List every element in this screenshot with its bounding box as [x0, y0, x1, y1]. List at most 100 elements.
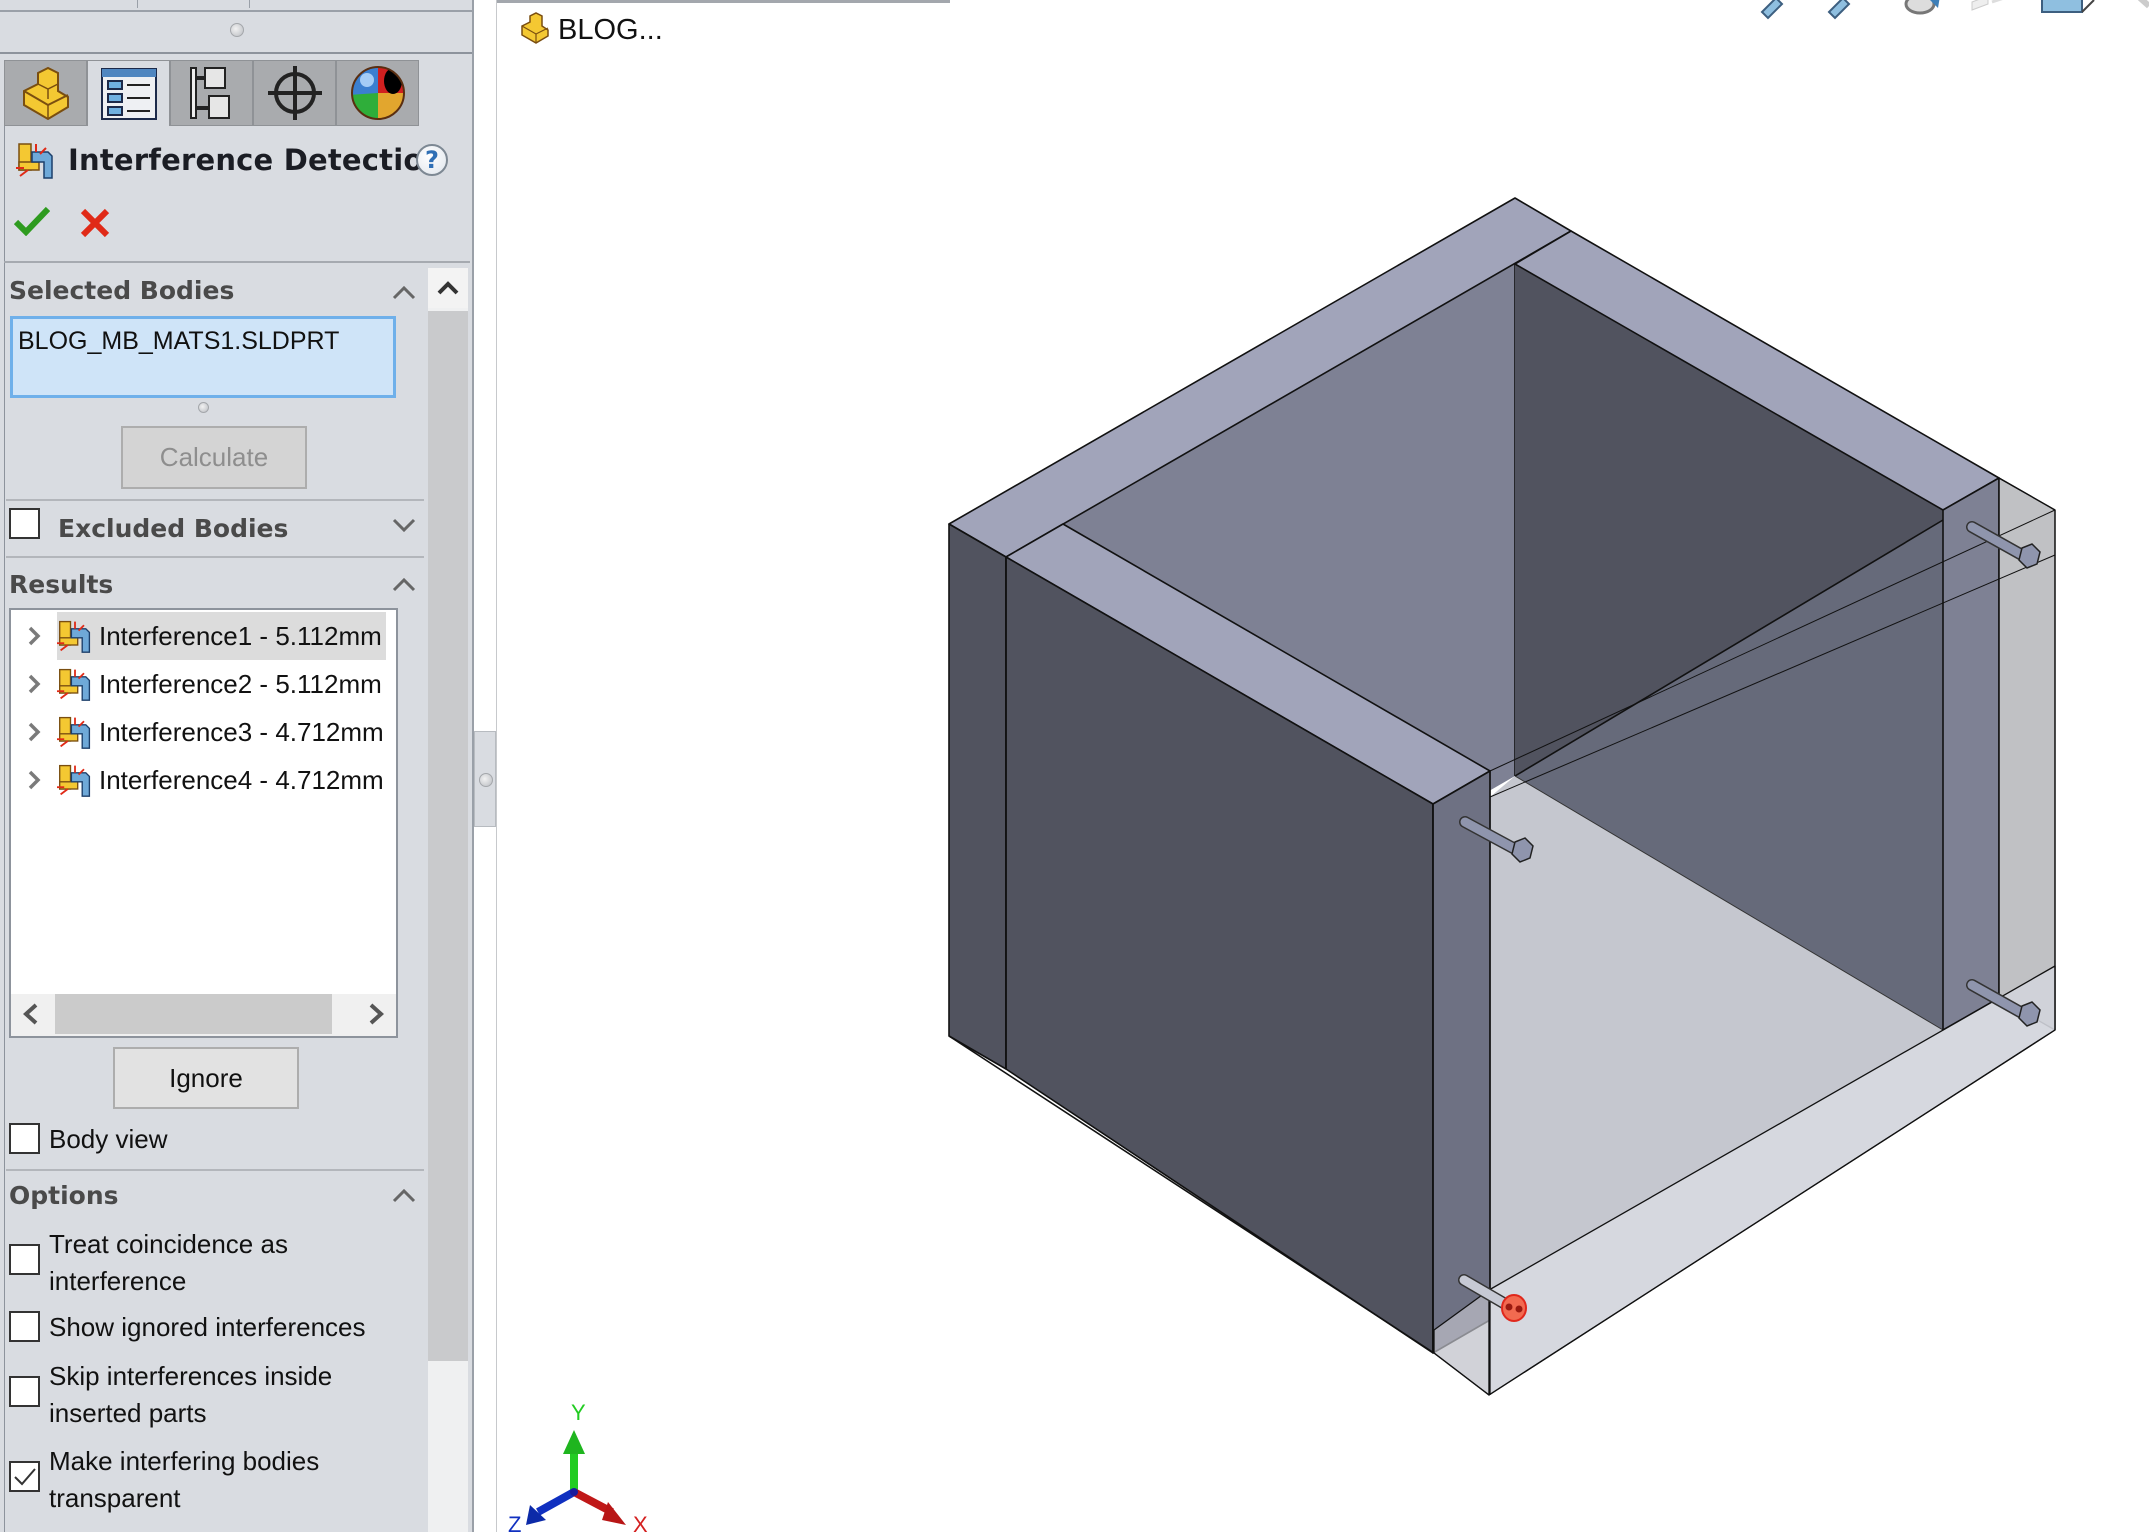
- option-label-line: Treat coincidence as: [49, 1229, 288, 1259]
- chevron-up-icon: [437, 281, 459, 295]
- result-item[interactable]: Interference3 - 4.712mm: [11, 708, 396, 756]
- help-button[interactable]: ?: [416, 144, 448, 176]
- panel-vertical-scrollbar[interactable]: [428, 268, 468, 1532]
- result-item-label[interactable]: Interference4 - 4.712mm: [99, 765, 384, 796]
- chevron-up-icon[interactable]: [392, 280, 416, 304]
- part-icon: [22, 66, 69, 121]
- crosshair-icon: [267, 66, 322, 120]
- expand-chevron-icon[interactable]: [11, 769, 57, 791]
- tab-featuremanager[interactable]: [4, 60, 87, 126]
- interference-detection-icon: [16, 143, 53, 179]
- back-left-panel-side[interactable]: [948, 523, 1007, 1070]
- options-header[interactable]: Options: [9, 1181, 119, 1210]
- result-item-label[interactable]: Interference3 - 4.712mm: [99, 717, 384, 748]
- close-icon: [80, 208, 110, 238]
- option-label-line: Make interfering bodies: [49, 1446, 320, 1476]
- checkmark-icon: [14, 1468, 36, 1486]
- splitter-handle[interactable]: [474, 731, 496, 827]
- triad-y-label: Y: [571, 1400, 586, 1425]
- tab-dimxpertmanager[interactable]: [253, 60, 336, 126]
- ignore-button[interactable]: Ignore: [113, 1047, 299, 1109]
- front-left-panel-end[interactable]: [1432, 770, 1491, 1354]
- results-list[interactable]: Interference1 - 5.112mm Interference2 - 5…: [9, 608, 398, 1038]
- scroll-up-button[interactable]: [428, 268, 468, 308]
- feature-tree-root-label[interactable]: BLOG...: [558, 14, 663, 47]
- option-label-line: Skip interferences inside: [49, 1361, 333, 1391]
- property-manager-header: Interference Detection: [16, 140, 444, 180]
- view-orientation-icon[interactable]: [2041, 0, 2095, 13]
- option-label-line: transparent: [49, 1483, 181, 1513]
- tab-propertymanager[interactable]: [87, 60, 170, 126]
- reference-triad: Y Z X: [508, 1400, 648, 1532]
- option-label: Skip interferences inside inserted parts: [49, 1358, 332, 1432]
- excluded-bodies-checkbox[interactable]: [9, 508, 40, 539]
- zoom-to-area-icon[interactable]: [1827, 0, 1851, 20]
- panel-resize-grip[interactable]: [230, 23, 244, 37]
- section-view-icon[interactable]: [1971, 0, 2004, 11]
- make-transparent-checkbox[interactable]: [9, 1461, 40, 1492]
- interference-highlight[interactable]: [1501, 1294, 1527, 1322]
- graphics-top-border: [496, 0, 950, 3]
- flyout-feature-tree[interactable]: BLOG...: [488, 12, 663, 48]
- tab-displaymanager[interactable]: [336, 60, 419, 126]
- selected-bodies-list[interactable]: BLOG_MB_MATS1.SLDPRT: [10, 316, 396, 398]
- property-manager-panel: Interference Detection ? Selected Bodies…: [0, 0, 474, 1532]
- panel-top-strip: [0, 0, 472, 12]
- interference-icon: [57, 764, 91, 797]
- previous-view-icon[interactable]: [1904, 0, 1940, 15]
- scroll-thumb[interactable]: [428, 311, 468, 1361]
- option-label-line: interference: [49, 1266, 187, 1296]
- triad-x-label: X: [633, 1512, 648, 1532]
- option-label: Make interfering bodies transparent: [49, 1443, 319, 1517]
- results-header[interactable]: Results: [9, 570, 113, 599]
- help-icon: ?: [425, 146, 439, 174]
- list-resize-grip[interactable]: [198, 402, 209, 413]
- cancel-button[interactable]: [80, 208, 110, 242]
- result-item[interactable]: Interference1 - 5.112mm: [11, 612, 396, 660]
- tab-configurationmanager[interactable]: [170, 60, 253, 126]
- configuration-tree-icon: [189, 67, 230, 119]
- result-item-label[interactable]: Interference2 - 5.112mm: [99, 669, 382, 700]
- part-icon: [521, 12, 549, 44]
- body-view-checkbox[interactable]: [9, 1123, 40, 1154]
- chevron-up-icon[interactable]: [392, 572, 416, 596]
- scroll-right-icon[interactable]: [366, 1002, 386, 1026]
- results-horizontal-scrollbar[interactable]: [11, 994, 396, 1036]
- body-view-label: Body view: [49, 1124, 168, 1154]
- result-item[interactable]: Interference4 - 4.712mm: [11, 756, 396, 804]
- skip-inserted-parts-checkbox[interactable]: [9, 1376, 40, 1407]
- selected-body-item[interactable]: BLOG_MB_MATS1.SLDPRT: [18, 327, 339, 355]
- result-item[interactable]: Interference2 - 5.112mm: [11, 660, 396, 708]
- triad-z-label: Z: [508, 1512, 521, 1532]
- expand-chevron-icon[interactable]: [11, 721, 57, 743]
- back-right-panel-end[interactable]: [1942, 477, 2000, 1031]
- panel-splitter[interactable]: [474, 0, 497, 1532]
- zoom-to-fit-icon[interactable]: [1760, 0, 1784, 20]
- checkmark-icon: [13, 206, 51, 237]
- result-item-label[interactable]: Interference1 - 5.112mm: [99, 621, 382, 652]
- selected-bodies-header[interactable]: Selected Bodies: [9, 276, 234, 305]
- appearance-sphere-icon: [350, 66, 405, 120]
- interference-icon: [57, 620, 91, 653]
- property-manager-title: Interference Detection: [68, 143, 445, 177]
- scroll-left-icon[interactable]: [21, 1002, 41, 1026]
- chevron-up-icon[interactable]: [392, 1183, 416, 1207]
- manager-tabs: [4, 60, 419, 126]
- interference-icon: [57, 716, 91, 749]
- tabs-divider: [0, 52, 472, 54]
- show-ignored-checkbox[interactable]: [9, 1311, 40, 1342]
- heads-up-view-toolbar[interactable]: [1760, 0, 2149, 20]
- excluded-bodies-header[interactable]: Excluded Bodies: [58, 514, 288, 543]
- expand-chevron-icon[interactable]: [11, 625, 57, 647]
- option-label: Show ignored interferences: [49, 1309, 366, 1346]
- ok-button[interactable]: [13, 206, 51, 240]
- treat-coincidence-checkbox[interactable]: [9, 1244, 40, 1275]
- display-style-icon[interactable]: [2138, 0, 2149, 9]
- option-label-line: inserted parts: [49, 1398, 207, 1428]
- interference-icon: [57, 668, 91, 701]
- calculate-button[interactable]: Calculate: [121, 426, 307, 489]
- scroll-thumb[interactable]: [55, 994, 332, 1034]
- expand-chevron-icon[interactable]: [11, 673, 57, 695]
- assembly-model[interactable]: [948, 197, 2056, 1396]
- chevron-down-icon[interactable]: [392, 514, 416, 538]
